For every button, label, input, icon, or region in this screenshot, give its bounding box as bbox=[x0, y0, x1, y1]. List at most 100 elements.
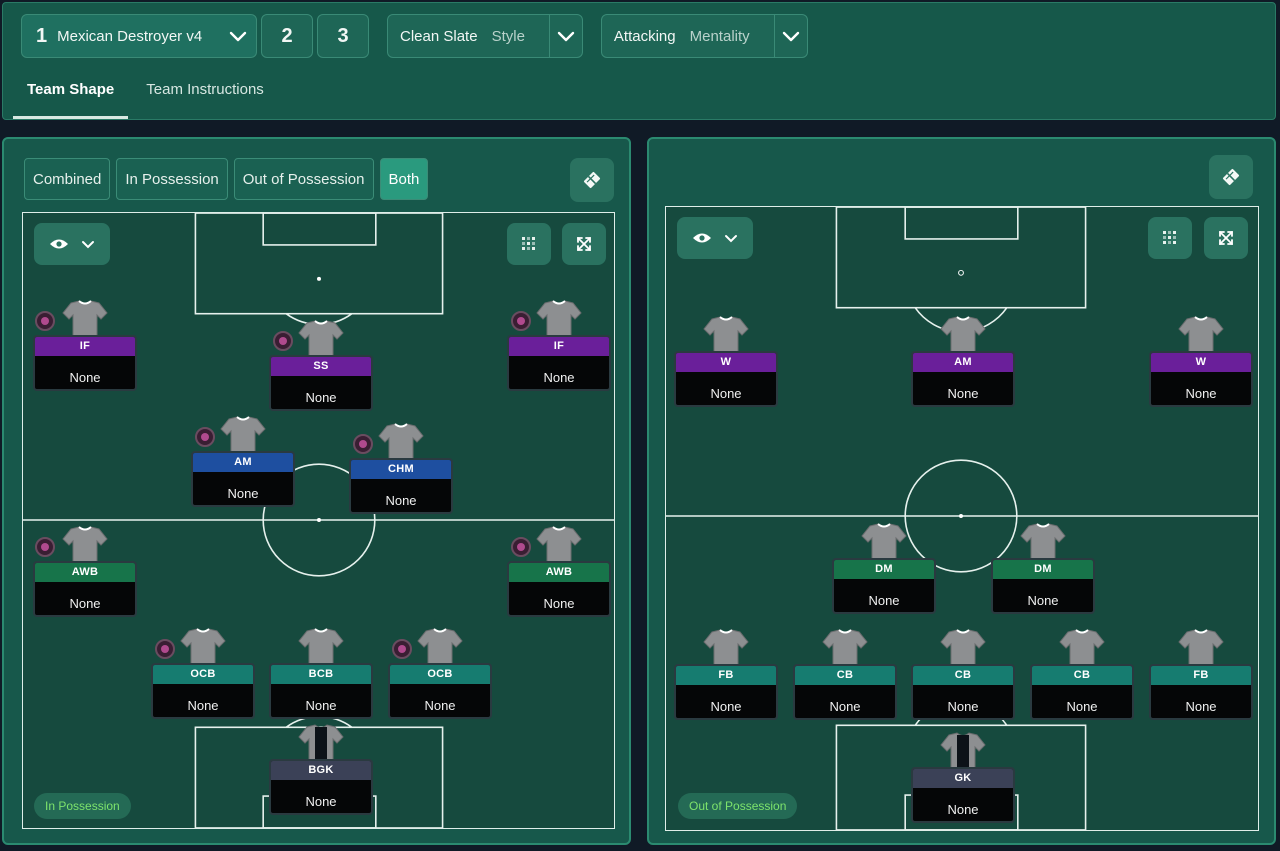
player-card: DM None bbox=[832, 558, 936, 614]
player-card: GK None bbox=[911, 767, 1015, 823]
tactic-selector[interactable]: 1 Mexican Destroyer v4 bbox=[21, 14, 257, 58]
player-slot[interactable]: SS None bbox=[269, 319, 373, 411]
view-options-button[interactable] bbox=[34, 223, 110, 265]
instruction-icon bbox=[195, 427, 215, 447]
player-slot[interactable]: FB None bbox=[1149, 628, 1253, 720]
player-slot[interactable]: BGK None bbox=[269, 723, 373, 815]
chevron-down-icon bbox=[82, 240, 94, 248]
player-slot[interactable]: AWB None bbox=[33, 525, 137, 617]
pitch-settings-button[interactable] bbox=[570, 158, 614, 202]
player-card: CB None bbox=[911, 664, 1015, 720]
role-label: DM bbox=[993, 560, 1093, 579]
role-label: FB bbox=[1151, 666, 1251, 685]
role-label: BCB bbox=[271, 665, 371, 684]
role-label: FB bbox=[676, 666, 776, 685]
player-slot[interactable]: OCB None bbox=[151, 627, 255, 719]
chevron-down-icon bbox=[773, 15, 807, 57]
chevron-down-icon bbox=[220, 15, 256, 57]
role-label: SS bbox=[271, 357, 371, 376]
player-name: None bbox=[829, 699, 861, 714]
eye-icon bbox=[50, 239, 68, 249]
tab-team-shape[interactable]: Team Shape bbox=[13, 67, 129, 119]
player-slot[interactable]: FB None bbox=[674, 628, 778, 720]
pitch-settings-icon bbox=[1222, 168, 1240, 186]
player-slot[interactable]: CB None bbox=[911, 628, 1015, 720]
player-slot[interactable]: IF None bbox=[507, 299, 611, 391]
player-card: BGK None bbox=[269, 759, 373, 815]
role-label: OCB bbox=[153, 665, 253, 684]
role-label: CHM bbox=[351, 460, 451, 479]
player-card: CHM None bbox=[349, 458, 453, 514]
phase-out-of-possession-button[interactable]: Out of Possession bbox=[233, 158, 374, 200]
grid-icon bbox=[522, 237, 535, 250]
grid-icon bbox=[1163, 231, 1176, 244]
instruction-icon bbox=[353, 434, 373, 454]
grid-toggle-button[interactable] bbox=[507, 223, 551, 265]
player-slot[interactable]: CB None bbox=[1030, 628, 1134, 720]
phase-combined-button[interactable]: Combined bbox=[24, 158, 111, 200]
player-slot[interactable]: DM None bbox=[991, 522, 1095, 614]
player-name: None bbox=[1185, 699, 1217, 714]
expand-button[interactable] bbox=[1204, 217, 1248, 259]
player-name: None bbox=[187, 698, 219, 713]
instruction-icon bbox=[273, 331, 293, 351]
role-label: BGK bbox=[271, 761, 371, 780]
tactic-slot-3[interactable]: 3 bbox=[317, 14, 369, 58]
player-slot[interactable]: AM None bbox=[191, 415, 295, 507]
player-card: AM None bbox=[191, 451, 295, 507]
mentality-value: Attacking bbox=[613, 27, 676, 45]
tactic-toolbar: 1 Mexican Destroyer v4 2 3 Clean Slate S… bbox=[21, 14, 808, 58]
style-dropdown[interactable]: Clean Slate Style bbox=[387, 14, 583, 58]
player-name: None bbox=[1027, 593, 1059, 608]
mentality-dropdown[interactable]: Attacking Mentality bbox=[600, 14, 808, 58]
player-name: None bbox=[69, 596, 101, 611]
tactic-number: 1 bbox=[36, 24, 48, 47]
player-slot[interactable]: CB None bbox=[793, 628, 897, 720]
player-slot[interactable]: GK None bbox=[911, 731, 1015, 823]
player-card: AWB None bbox=[507, 561, 611, 617]
player-name: None bbox=[710, 699, 742, 714]
role-label: IF bbox=[35, 337, 135, 356]
player-slot[interactable]: IF None bbox=[33, 299, 137, 391]
player-name: None bbox=[947, 699, 979, 714]
player-card: DM None bbox=[991, 558, 1095, 614]
phase-both-button[interactable]: Both bbox=[379, 158, 429, 200]
player-slot[interactable]: W None bbox=[1149, 315, 1253, 407]
tab-bar: Team Shape Team Instructions bbox=[13, 67, 278, 119]
out-of-possession-panel: W None AM None W None DM None DM None FB… bbox=[647, 137, 1276, 845]
role-label: AWB bbox=[35, 563, 135, 582]
phase-in-possession-button[interactable]: In Possession bbox=[116, 158, 228, 200]
player-card: FB None bbox=[674, 664, 778, 720]
player-card: AWB None bbox=[33, 561, 137, 617]
player-name: None bbox=[305, 390, 337, 405]
player-name: None bbox=[69, 370, 101, 385]
instruction-icon bbox=[511, 537, 531, 557]
player-name: None bbox=[947, 386, 979, 401]
player-slot[interactable]: OCB None bbox=[388, 627, 492, 719]
player-slot[interactable]: AWB None bbox=[507, 525, 611, 617]
player-slot[interactable]: BCB None bbox=[269, 627, 373, 719]
chevron-down-icon bbox=[725, 234, 737, 242]
role-label: DM bbox=[834, 560, 934, 579]
view-options-button[interactable] bbox=[677, 217, 753, 259]
player-slot[interactable]: AM None bbox=[911, 315, 1015, 407]
grid-toggle-button[interactable] bbox=[1148, 217, 1192, 259]
tactic-slot-2[interactable]: 2 bbox=[261, 14, 313, 58]
pitch-settings-button[interactable] bbox=[1209, 155, 1253, 199]
instruction-icon bbox=[155, 639, 175, 659]
player-name: None bbox=[424, 698, 456, 713]
tab-team-instructions[interactable]: Team Instructions bbox=[132, 67, 278, 119]
player-slot[interactable]: DM None bbox=[832, 522, 936, 614]
player-card: CB None bbox=[1030, 664, 1134, 720]
player-card: IF None bbox=[507, 335, 611, 391]
player-name: None bbox=[868, 593, 900, 608]
player-card: OCB None bbox=[151, 663, 255, 719]
pitch-out-of-possession: W None AM None W None DM None DM None FB… bbox=[665, 206, 1259, 831]
expand-button[interactable] bbox=[562, 223, 606, 265]
instruction-icon bbox=[511, 311, 531, 331]
role-label: CB bbox=[795, 666, 895, 685]
player-slot[interactable]: CHM None bbox=[349, 422, 453, 514]
phase-badge: In Possession bbox=[34, 793, 131, 819]
eye-icon bbox=[693, 233, 711, 243]
player-slot[interactable]: W None bbox=[674, 315, 778, 407]
